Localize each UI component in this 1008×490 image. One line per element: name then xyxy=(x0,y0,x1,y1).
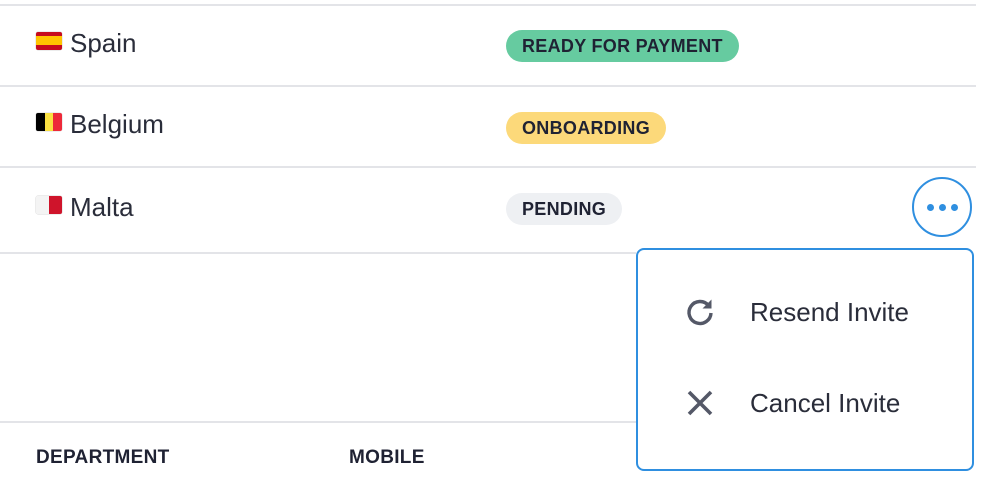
status-badge: PENDING xyxy=(506,193,623,225)
column-header-mobile[interactable]: MOBILE xyxy=(349,447,425,469)
menu-item-label: Cancel Invite xyxy=(750,387,901,418)
status-badge: ONBOARDING xyxy=(506,112,666,144)
actions-dropdown-menu: Resend Invite Cancel Invite xyxy=(636,248,974,471)
country-name: Spain xyxy=(70,28,137,58)
more-dots-icon xyxy=(926,203,934,211)
menu-item-label: Resend Invite xyxy=(750,296,909,327)
menu-item-cancel-invite[interactable]: Cancel Invite xyxy=(684,387,900,419)
country-name: Belgium xyxy=(70,109,164,139)
country-cell: Malta xyxy=(36,192,134,223)
table-row[interactable]: Belgium ONBOARDING xyxy=(0,87,976,166)
spain-flag-icon xyxy=(36,31,62,50)
table-row[interactable]: Spain READY FOR PAYMENT xyxy=(0,6,976,85)
status-badge: READY FOR PAYMENT xyxy=(506,30,739,62)
menu-item-resend-invite[interactable]: Resend Invite xyxy=(684,296,909,328)
country-cell: Belgium xyxy=(36,109,164,140)
belgium-flag-icon xyxy=(36,112,62,131)
more-dots-icon xyxy=(938,203,946,211)
close-icon xyxy=(684,387,716,419)
country-cell: Spain xyxy=(36,28,137,59)
row-divider xyxy=(0,421,636,423)
more-actions-button[interactable] xyxy=(912,177,972,237)
table-row[interactable]: Malta PENDING xyxy=(0,168,976,252)
row-divider xyxy=(0,252,636,254)
column-header-department[interactable]: DEPARTMENT xyxy=(36,447,170,469)
country-name: Malta xyxy=(70,192,134,222)
malta-flag-icon xyxy=(36,195,62,214)
more-dots-icon xyxy=(950,203,958,211)
refresh-icon xyxy=(684,296,716,328)
